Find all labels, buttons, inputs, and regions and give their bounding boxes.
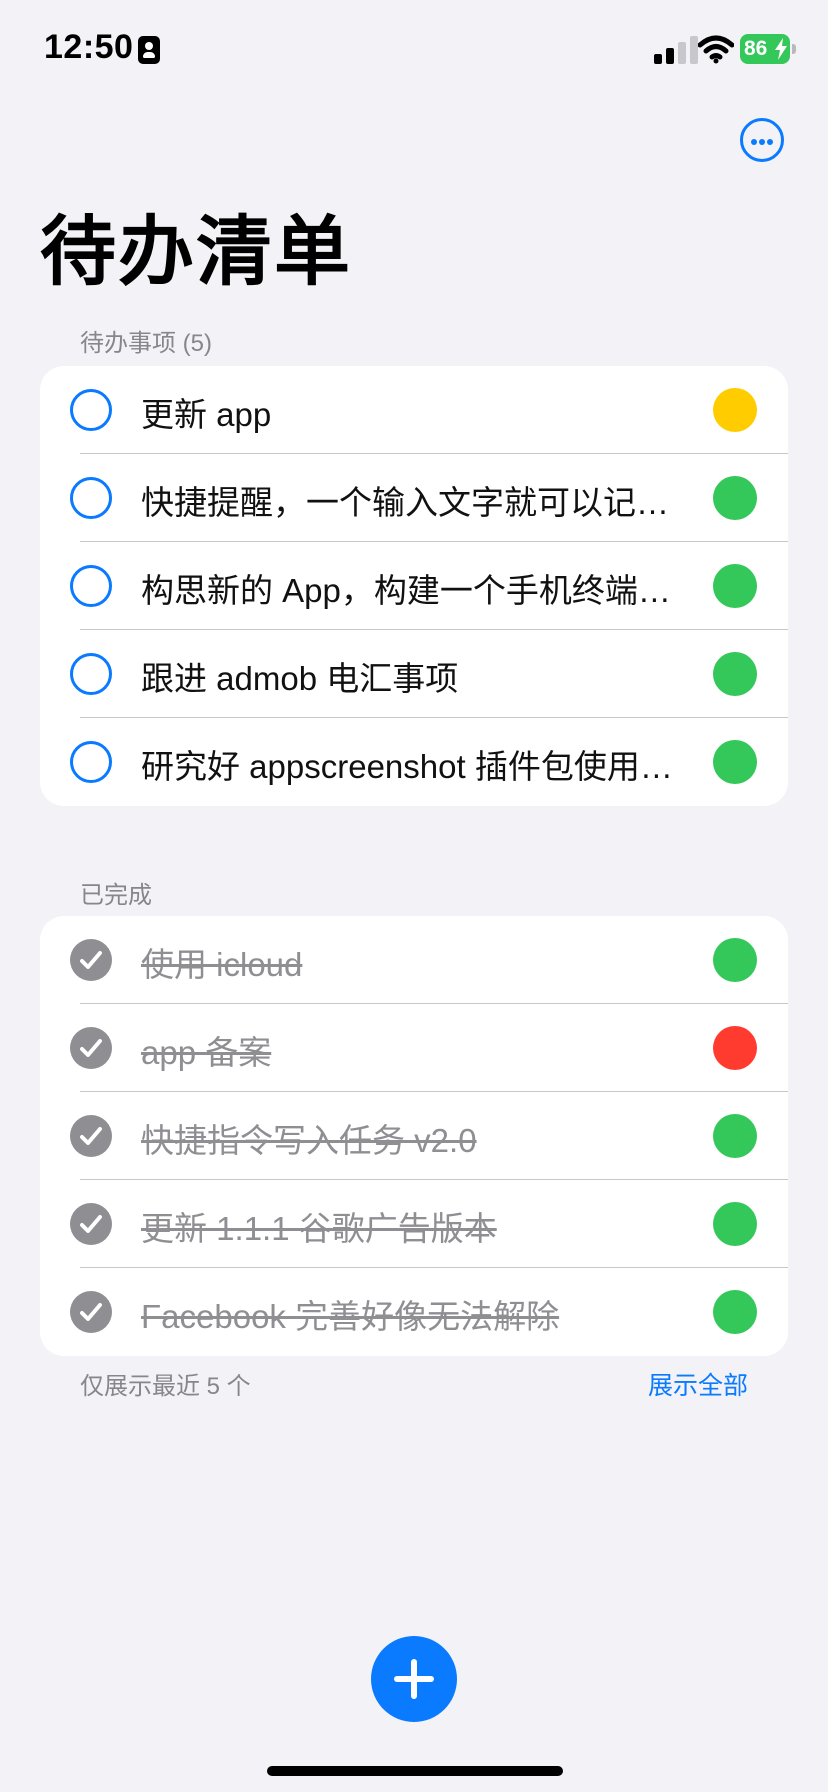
circle-checkbox-icon[interactable]	[70, 477, 112, 519]
completed-item[interactable]: 使用 icloud	[40, 916, 788, 1004]
checkmark-circle-icon[interactable]	[70, 939, 112, 981]
pending-item-text: 快捷提醒，一个输入文字就可以记录待办的应用	[141, 484, 681, 521]
circle-checkbox-icon[interactable]	[70, 389, 112, 431]
wifi-icon	[698, 35, 734, 64]
priority-dot	[713, 652, 757, 696]
priority-dot	[713, 1202, 757, 1246]
pending-item[interactable]: 快捷提醒，一个输入文字就可以记录待办的应用	[40, 454, 788, 542]
pending-item[interactable]: 跟进 admob 电汇事项	[40, 630, 788, 718]
checkmark-circle-icon[interactable]	[70, 1203, 112, 1245]
more-options-button[interactable]	[740, 118, 784, 162]
battery-cap	[792, 44, 796, 54]
battery-charging-icon: 86	[740, 34, 796, 64]
person-badge-icon	[138, 36, 160, 64]
pending-item[interactable]: 更新 app	[40, 366, 788, 454]
pending-item-text: 构思新的 App，构建一个手机终端应用	[141, 572, 681, 609]
completed-item-text: 使用 icloud	[141, 946, 303, 983]
completed-item-text: 更新 1.1.1 谷歌广告版本	[141, 1210, 497, 1247]
pending-item-text: 研究好 appscreenshot 插件包使用方法	[141, 748, 681, 785]
pending-list: 更新 app 快捷提醒，一个输入文字就可以记录待办的应用 构思新的 App，构建…	[40, 366, 788, 806]
priority-dot	[713, 564, 757, 608]
todo-screen: 12:50 86 待办清单 待办事项 (5) 更新 app 快捷提醒，一个输入文…	[0, 0, 828, 1792]
completed-item-text: app 备案	[141, 1034, 272, 1071]
ellipsis-dot	[759, 139, 765, 145]
ellipsis-circle-icon	[751, 139, 757, 145]
checkmark-circle-icon[interactable]	[70, 1291, 112, 1333]
completed-item-text: 快捷指令写入任务 v2.0	[141, 1122, 477, 1159]
circle-checkbox-icon[interactable]	[70, 741, 112, 783]
priority-dot	[713, 740, 757, 784]
recent-only-note: 仅展示最近 5 个	[80, 1373, 251, 1400]
priority-dot	[713, 1290, 757, 1334]
pending-section-header: 待办事项 (5)	[80, 330, 212, 357]
priority-dot	[713, 938, 757, 982]
status-time: 12:50	[44, 28, 134, 66]
completed-item[interactable]: Facebook 完善好像无法解除	[40, 1268, 788, 1356]
priority-dot	[713, 388, 757, 432]
completed-item[interactable]: 快捷指令写入任务 v2.0	[40, 1092, 788, 1180]
completed-item-text: Facebook 完善好像无法解除	[141, 1298, 560, 1335]
ellipsis-dot	[767, 139, 773, 145]
checkmark-circle-icon[interactable]	[70, 1027, 112, 1069]
add-todo-button[interactable]	[371, 1636, 457, 1722]
cellular-signal-icon	[654, 36, 702, 64]
priority-dot	[713, 1026, 757, 1070]
circle-checkbox-icon[interactable]	[70, 565, 112, 607]
completed-list: 使用 icloud app 备案 快捷指令写入任务 v2.0 更新 1.1.1 …	[40, 916, 788, 1356]
plus-icon-vertical	[411, 1659, 417, 1699]
show-all-link[interactable]: 展示全部	[648, 1366, 748, 1402]
status-bar: 12:50 86	[0, 0, 828, 100]
pending-item[interactable]: 构思新的 App，构建一个手机终端应用	[40, 542, 788, 630]
completed-item[interactable]: 更新 1.1.1 谷歌广告版本	[40, 1180, 788, 1268]
battery-percent: 86	[744, 37, 768, 60]
circle-checkbox-icon[interactable]	[70, 653, 112, 695]
checkmark-circle-icon[interactable]	[70, 1115, 112, 1157]
priority-dot	[713, 1114, 757, 1158]
pending-item[interactable]: 研究好 appscreenshot 插件包使用方法	[40, 718, 788, 806]
completed-section-header: 已完成	[80, 882, 152, 909]
page-title: 待办清单	[40, 210, 352, 295]
pending-item-text: 跟进 admob 电汇事项	[141, 660, 459, 697]
pending-item-text: 更新 app	[141, 396, 272, 433]
priority-dot	[713, 476, 757, 520]
home-indicator	[267, 1766, 563, 1776]
bolt-icon	[775, 38, 787, 60]
completed-item[interactable]: app 备案	[40, 1004, 788, 1092]
